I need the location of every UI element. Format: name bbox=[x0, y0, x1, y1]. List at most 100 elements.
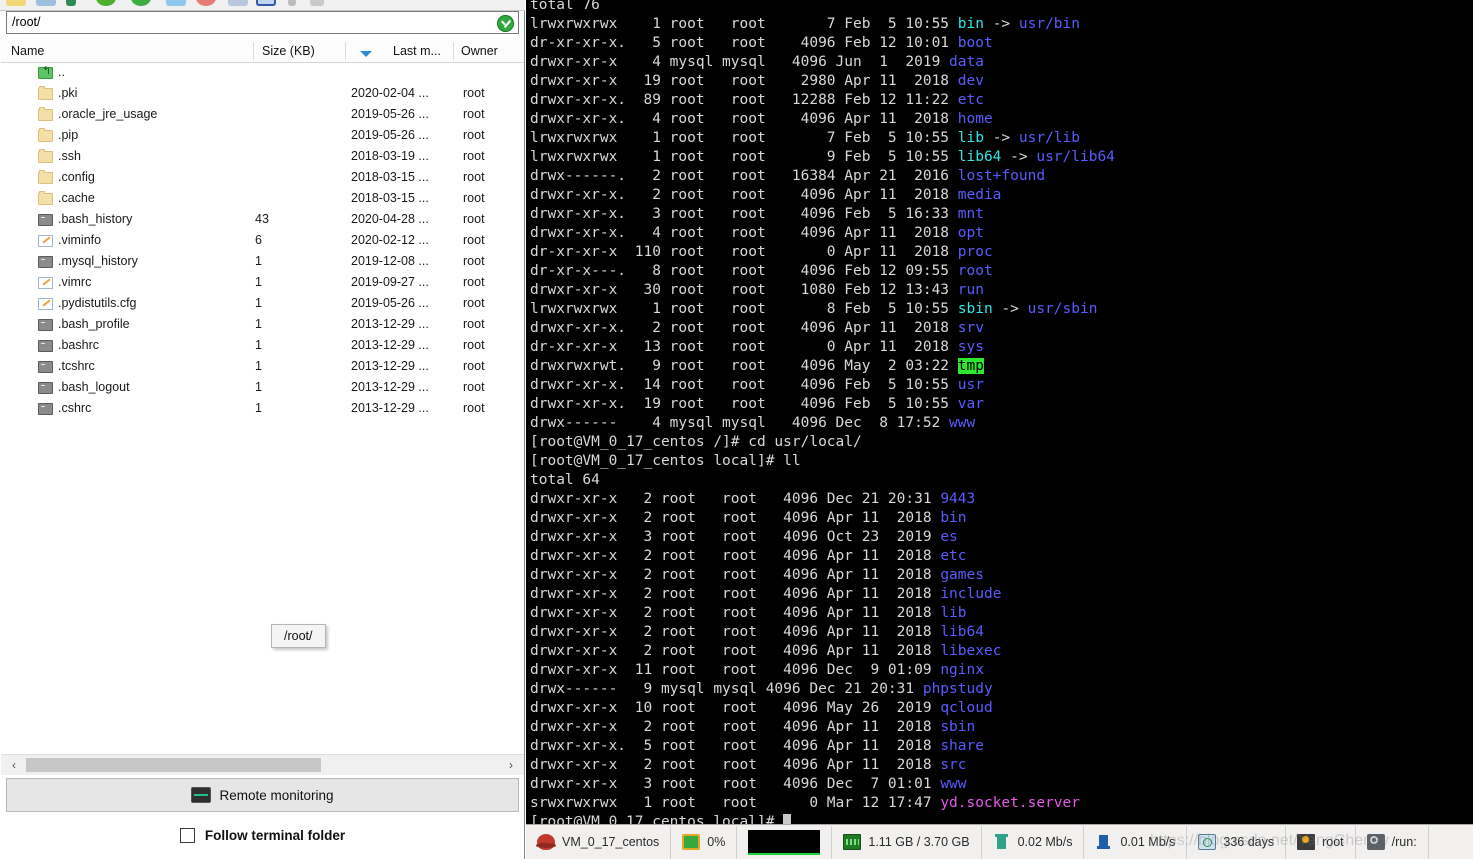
table-row[interactable]: .pip 2019-05-26 ... root bbox=[1, 126, 524, 147]
terminal-text: src bbox=[940, 757, 967, 773]
file-size: 1 bbox=[255, 296, 262, 310]
file-table-header: Name Size (KB) Last m... Owner bbox=[1, 40, 524, 63]
terminal-text: srwxrwxrwx 1 root root 0 Mar 12 17:47 bbox=[530, 795, 941, 811]
column-header-owner[interactable]: Owner bbox=[461, 44, 498, 58]
status-item-upload-arrow[interactable]: 0.02 Mb/s bbox=[982, 825, 1085, 859]
terminal-text: drwxr-xr-x. 3 root root 4096 Feb 5 16:33 bbox=[530, 206, 958, 222]
active-panel-icon[interactable] bbox=[256, 0, 276, 6]
terminal-line: lrwxrwxrwx 1 root root 8 Feb 5 10:55 sbi… bbox=[530, 300, 1115, 319]
terminal-text: -> bbox=[983, 16, 1019, 32]
table-row[interactable]: .bashrc 1 2013-12-29 ... root bbox=[1, 336, 524, 357]
table-row[interactable]: .. bbox=[1, 63, 524, 84]
terminal-text: drwxr-xr-x. 5 root root 4096 Apr 11 2018 bbox=[530, 738, 941, 754]
terminal-text: libexec bbox=[940, 643, 1002, 659]
table-row[interactable]: .cache 2018-03-15 ... root bbox=[1, 189, 524, 210]
status-item-uptime-clock[interactable]: 336 days bbox=[1187, 825, 1287, 859]
table-row[interactable]: .bash_logout 1 2013-12-29 ... root bbox=[1, 378, 524, 399]
terminal-text: boot bbox=[957, 35, 993, 51]
status-item-disk[interactable]: /run: bbox=[1356, 825, 1429, 859]
upload-icon[interactable] bbox=[66, 0, 76, 6]
table-row[interactable]: .pydistutils.cfg 1 2019-05-26 ... root bbox=[1, 294, 524, 315]
red-circle-icon[interactable] bbox=[196, 0, 216, 6]
shell-file-icon bbox=[38, 319, 53, 331]
terminal-text: drwxr-xr-x 2 root root 4096 Apr 11 2018 bbox=[530, 605, 941, 621]
terminal-line: drwxr-xr-x 2 root root 4096 Apr 11 2018 … bbox=[530, 623, 1115, 642]
path-bar[interactable]: /root/ bbox=[6, 11, 519, 34]
table-row[interactable]: .pki 2020-02-04 ... root bbox=[1, 84, 524, 105]
descending-arrow-icon[interactable] bbox=[360, 51, 372, 57]
horizontal-scrollbar[interactable]: ‹ › bbox=[1, 754, 524, 775]
file-owner: root bbox=[463, 170, 485, 184]
edit-icon[interactable] bbox=[288, 0, 296, 6]
table-row[interactable]: .vimrc 1 2019-09-27 ... root bbox=[1, 273, 524, 294]
terminal-text: games bbox=[940, 567, 984, 583]
terminal-line: drwxr-xr-x. 89 root root 12288 Feb 12 11… bbox=[530, 91, 1115, 110]
file-date: 2013-12-29 ... bbox=[351, 380, 429, 394]
table-row[interactable]: .cshrc 1 2013-12-29 ... root bbox=[1, 399, 524, 420]
follow-terminal-folder-checkbox[interactable] bbox=[179, 827, 195, 843]
chart-icon[interactable] bbox=[228, 0, 248, 6]
file-name: .bash_logout bbox=[58, 380, 130, 394]
file-name: .ssh bbox=[58, 149, 81, 163]
file-list[interactable]: ...pki2020-02-04 ...root.oracle_jre_usag… bbox=[1, 63, 524, 753]
table-row[interactable]: .bash_history 43 2020-04-28 ... root bbox=[1, 210, 524, 231]
scrollbar-thumb[interactable] bbox=[26, 758, 321, 772]
folder-icon bbox=[38, 149, 53, 163]
table-row[interactable]: .tcshrc 1 2013-12-29 ... root bbox=[1, 357, 524, 378]
table-row[interactable]: .oracle_jre_usage 2019-05-26 ... root bbox=[1, 105, 524, 126]
terminal-text: dr-xr-xr-x 13 root root 0 Apr 11 2018 bbox=[530, 339, 958, 355]
terminal-text: sbin bbox=[940, 719, 976, 735]
file-owner: root bbox=[463, 275, 485, 289]
text-file-icon bbox=[38, 235, 53, 247]
terminal-text: srv bbox=[957, 320, 984, 336]
terminal-output[interactable]: total 76 lrwxrwxrwx 1 root root 7 Feb 5 1… bbox=[526, 0, 1473, 824]
table-row[interactable]: .mysql_history 1 2019-12-08 ... root bbox=[1, 252, 524, 273]
table-row[interactable]: .ssh 2018-03-19 ... root bbox=[1, 147, 524, 168]
shell-file-icon bbox=[38, 340, 53, 352]
column-header-last-modified[interactable]: Last m... bbox=[393, 44, 441, 58]
uptime-clock-icon bbox=[1198, 834, 1217, 850]
minus-icon[interactable] bbox=[36, 0, 56, 6]
table-row[interactable]: .config 2018-03-15 ... root bbox=[1, 168, 524, 189]
path-input[interactable]: /root/ bbox=[12, 15, 41, 29]
remote-monitoring-button[interactable]: Remote monitoring bbox=[6, 778, 519, 812]
file-size: 43 bbox=[255, 212, 269, 226]
status-item-cpu[interactable]: 0% bbox=[671, 825, 738, 859]
scroll-left-icon[interactable]: ‹ bbox=[5, 758, 23, 772]
terminal-text: lib64 bbox=[957, 149, 1002, 165]
table-row[interactable]: .bash_profile 1 2013-12-29 ... root bbox=[1, 315, 524, 336]
file-size: 1 bbox=[255, 317, 262, 331]
status-item-cpu-graph[interactable] bbox=[737, 825, 833, 859]
follow-terminal-folder-row[interactable]: Follow terminal folder bbox=[6, 818, 519, 852]
terminal-line: drwxr-xr-x 3 root root 4096 Dec 7 01:01 … bbox=[530, 775, 1115, 794]
terminal-line: drwx------ 9 mysql mysql 4096 Dec 21 20:… bbox=[530, 680, 1115, 699]
status-item-user[interactable]: root bbox=[1286, 825, 1356, 859]
terminal-text: [root@VM_0_17_centos local]# bbox=[530, 814, 784, 824]
folder-icon bbox=[38, 191, 53, 205]
line-icon[interactable] bbox=[310, 0, 324, 6]
header-divider bbox=[345, 42, 346, 60]
sync-icon[interactable] bbox=[131, 0, 151, 6]
scroll-right-icon[interactable]: › bbox=[502, 758, 520, 772]
terminal-text: home bbox=[957, 111, 993, 127]
terminal-line: drwxr-xr-x. 5 root root 4096 Apr 11 2018… bbox=[530, 737, 1115, 756]
terminal-text: nginx bbox=[940, 662, 984, 678]
terminal-line: dr-xr-x---. 8 root root 4096 Feb 12 09:5… bbox=[530, 262, 1115, 281]
terminal-line: lrwxrwxrwx 1 root root 7 Feb 5 10:55 bin… bbox=[530, 15, 1115, 34]
green-circle-icon[interactable] bbox=[96, 0, 116, 6]
status-item-centos-logo[interactable]: VM_0_17_centos bbox=[526, 825, 672, 859]
text-file-icon bbox=[38, 298, 53, 310]
file-date: 2019-05-26 ... bbox=[351, 128, 429, 142]
blue-rect-icon[interactable] bbox=[166, 0, 186, 6]
folder-icon[interactable] bbox=[6, 0, 26, 6]
column-header-size[interactable]: Size (KB) bbox=[262, 44, 315, 58]
status-item-download-arrow[interactable]: 0.01 Mb/s bbox=[1084, 825, 1188, 859]
column-header-name[interactable]: Name bbox=[11, 44, 44, 58]
table-row[interactable]: .viminfo 6 2020-02-12 ... root bbox=[1, 231, 524, 252]
terminal-text: run bbox=[957, 282, 984, 298]
status-item-memory[interactable]: 1.11 GB / 3.70 GB bbox=[832, 825, 982, 859]
check-circle-icon bbox=[497, 15, 514, 32]
file-size: 1 bbox=[255, 254, 262, 268]
terminal-line: drwxr-xr-x 4 mysql mysql 4096 Jun 1 2019… bbox=[530, 53, 1115, 72]
terminal-text: lrwxrwxrwx 1 root root 7 Feb 5 10:55 bbox=[530, 16, 958, 32]
